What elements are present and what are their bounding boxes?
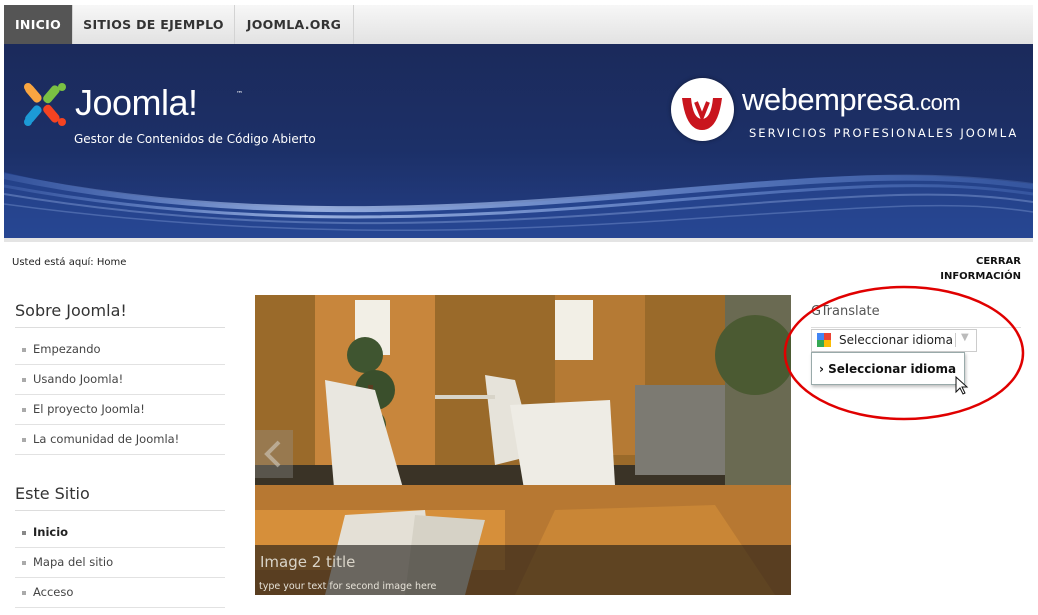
menu-item-label: Inicio [33, 525, 69, 539]
language-select[interactable]: Seleccionar idioma ▼ [811, 329, 977, 352]
top-navigation: INICIO SITIOS DE EJEMPLO JOOMLA.ORG [4, 5, 1033, 45]
language-select-label: Seleccionar idioma [839, 333, 953, 347]
slide-caption-title: Image 2 title [260, 553, 356, 571]
bullet-icon [22, 408, 26, 412]
menu-item-acceso[interactable]: Acceso [15, 577, 225, 608]
menu-item-mapa-del-sitio[interactable]: Mapa del sitio [15, 547, 225, 578]
menu-item-label: El proyecto Joomla! [33, 402, 145, 416]
close-info-line-2: INFORMACIÓN [940, 271, 1021, 282]
banner-divider [4, 238, 1033, 242]
menu-item-proyecto-joomla[interactable]: El proyecto Joomla! [15, 394, 225, 425]
menu-item-usando-joomla[interactable]: Usando Joomla! [15, 364, 225, 395]
menu-item-inicio[interactable]: Inicio [15, 517, 225, 548]
bullet-icon [22, 531, 26, 535]
menu-sobre-joomla-title: Sobre Joomla! [15, 301, 127, 320]
tab-joomla-org[interactable]: JOOMLA.ORG [235, 5, 354, 44]
bullet-icon [22, 348, 26, 352]
slide-caption-text: type your text for second image here [259, 581, 437, 592]
language-option-seleccionar[interactable]: › Seleccionar idioma [819, 362, 956, 376]
menu-item-comunidad-joomla[interactable]: La comunidad de Joomla! [15, 424, 225, 455]
breadcrumb: Usted está aquí: Home [12, 257, 127, 268]
slide-caption: Image 2 title type your text for second … [255, 545, 791, 595]
menu-item-empezando[interactable]: Empezando [15, 334, 225, 365]
menu-item-label: Empezando [33, 342, 101, 356]
menu-este-sitio-divider [15, 510, 225, 511]
bullet-icon [22, 438, 26, 442]
gtranslate-title: GTranslate [811, 304, 880, 319]
webempresa-logo-mark [682, 98, 722, 130]
tab-sitios-de-ejemplo[interactable]: SITIOS DE EJEMPLO [73, 5, 235, 44]
gtranslate-divider [811, 327, 1021, 328]
google-translate-icon [817, 333, 831, 347]
bullet-icon [22, 378, 26, 382]
menu-item-label: Mapa del sitio [33, 555, 114, 569]
header-banner: Joomla! ™ Gestor de Contenidos de Código… [4, 44, 1033, 238]
close-info-link[interactable]: CERRAR INFORMACIÓN [940, 254, 1021, 284]
bullet-icon [22, 591, 26, 595]
menu-item-label: Acceso [33, 585, 74, 599]
select-separator [955, 333, 956, 347]
tab-inicio[interactable]: INICIO [4, 5, 73, 44]
menu-este-sitio-title: Este Sitio [15, 484, 90, 503]
language-dropdown: › Seleccionar idioma [811, 352, 965, 385]
chevron-left-icon [264, 440, 281, 468]
menu-sobre-divider [15, 327, 225, 328]
image-slider[interactable]: Image 2 title type your text for second … [255, 295, 791, 595]
close-info-line-1: CERRAR [975, 256, 1021, 267]
slider-prev-button[interactable] [255, 430, 293, 478]
menu-item-label: La comunidad de Joomla! [33, 432, 180, 446]
bullet-icon [22, 561, 26, 565]
menu-item-label: Usando Joomla! [33, 372, 124, 386]
chevron-down-icon: ▼ [961, 332, 969, 343]
